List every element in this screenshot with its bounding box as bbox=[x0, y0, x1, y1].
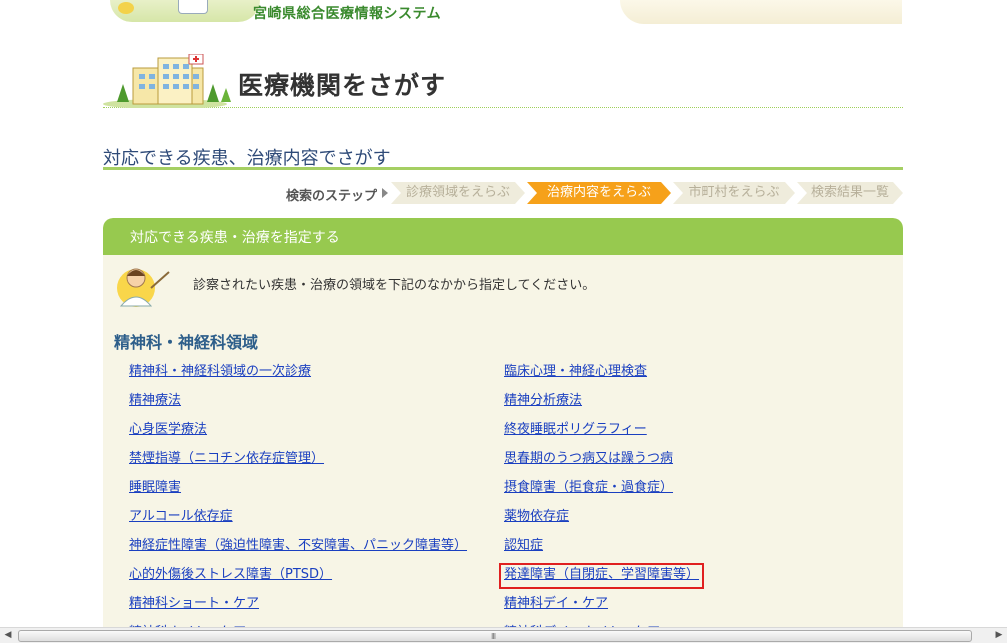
steps-label: 検索のステップ bbox=[286, 189, 378, 204]
condition-link[interactable]: 思春期のうつ病又は躁うつ病 bbox=[504, 447, 701, 476]
search-steps: 検索のステップ 診療領域をえらぶ 治療内容をえらぶ 市町村をえらぶ 検索結果一覧 bbox=[103, 182, 903, 204]
scroll-grip-icon: III bbox=[491, 632, 496, 641]
scroll-right-arrow-icon[interactable]: ▶ bbox=[991, 628, 1007, 643]
system-title[interactable]: 宮崎県総合医療情報システム bbox=[253, 3, 441, 23]
condition-link[interactable]: 精神療法 bbox=[129, 389, 467, 418]
intro-text: 診察されたい疾患・治療の領域を下記のなかから指定してください。 bbox=[193, 278, 596, 293]
condition-link[interactable]: アルコール依存症 bbox=[129, 505, 467, 534]
condition-link[interactable]: 神経症性障害（強迫性障害、不安障害、パニック障害等） bbox=[129, 534, 467, 563]
doctor-icon bbox=[117, 268, 170, 307]
panel-header: 対応できる疾患・治療を指定する bbox=[103, 218, 903, 255]
condition-link[interactable]: 認知症 bbox=[504, 534, 701, 563]
condition-link[interactable]: 臨床心理・神経心理検査 bbox=[504, 360, 701, 389]
page-title: 医療機関をさがす bbox=[238, 71, 447, 100]
step-select-treatment: 治療内容をえらぶ bbox=[527, 182, 671, 204]
chevron-right-icon bbox=[382, 188, 388, 198]
condition-link[interactable]: 精神科デイ・ケア bbox=[504, 592, 701, 621]
condition-link[interactable]: 心的外傷後ストレス障害（PTSD） bbox=[129, 563, 467, 592]
scroll-thumb[interactable]: III bbox=[18, 630, 972, 642]
condition-link[interactable]: 精神科・神経科領域の一次診療 bbox=[129, 360, 467, 389]
developmental-disorder-link[interactable]: 発達障害（自閉症、学習障害等） bbox=[498, 563, 705, 589]
condition-link[interactable]: 禁煙指導（ニコチン依存症管理） bbox=[129, 447, 467, 476]
right-link-column: 臨床心理・神経心理検査 精神分析療法 終夜睡眠ポリグラフィー 思春期のうつ病又は… bbox=[498, 360, 705, 638]
condition-link[interactable]: 摂食障害（拒食症・過食症） bbox=[504, 476, 701, 505]
condition-link[interactable]: 薬物依存症 bbox=[504, 505, 701, 534]
condition-link[interactable]: 精神分析療法 bbox=[504, 389, 701, 418]
intro: 診察されたい疾患・治療の領域を下記のなかから指定してください。 bbox=[113, 258, 893, 308]
flower-icon bbox=[118, 2, 134, 14]
hospital-icon bbox=[103, 54, 231, 108]
step-select-field: 診療領域をえらぶ bbox=[391, 182, 525, 204]
page-heading: 医療機関をさがす bbox=[103, 50, 903, 108]
house-icon bbox=[178, 0, 208, 14]
condition-link[interactable]: 精神科ショート・ケア bbox=[129, 592, 467, 621]
horizontal-scrollbar[interactable]: ◀ III ▶ bbox=[0, 627, 1007, 643]
top-banner: 宮崎県総合医療情報システム bbox=[0, 0, 1007, 26]
category-title: 精神科・神経科領域 bbox=[114, 333, 259, 352]
banner-right-decoration bbox=[620, 0, 902, 24]
condition-panel: 対応できる疾患・治療を指定する 診察されたい疾患・治療の領域を下記のなかから指定… bbox=[103, 218, 903, 638]
scroll-left-arrow-icon[interactable]: ◀ bbox=[0, 628, 16, 643]
left-link-column: 精神科・神経科領域の一次診療 精神療法 心身医学療法 禁煙指導（ニコチン依存症管… bbox=[129, 360, 467, 638]
section-divider bbox=[103, 167, 903, 170]
condition-link[interactable]: 睡眠障害 bbox=[129, 476, 467, 505]
condition-link[interactable]: 心身医学療法 bbox=[129, 418, 467, 447]
condition-link[interactable]: 終夜睡眠ポリグラフィー bbox=[504, 418, 701, 447]
step-select-city: 市町村をえらぶ bbox=[673, 182, 795, 204]
step-search-results: 検索結果一覧 bbox=[797, 182, 903, 204]
